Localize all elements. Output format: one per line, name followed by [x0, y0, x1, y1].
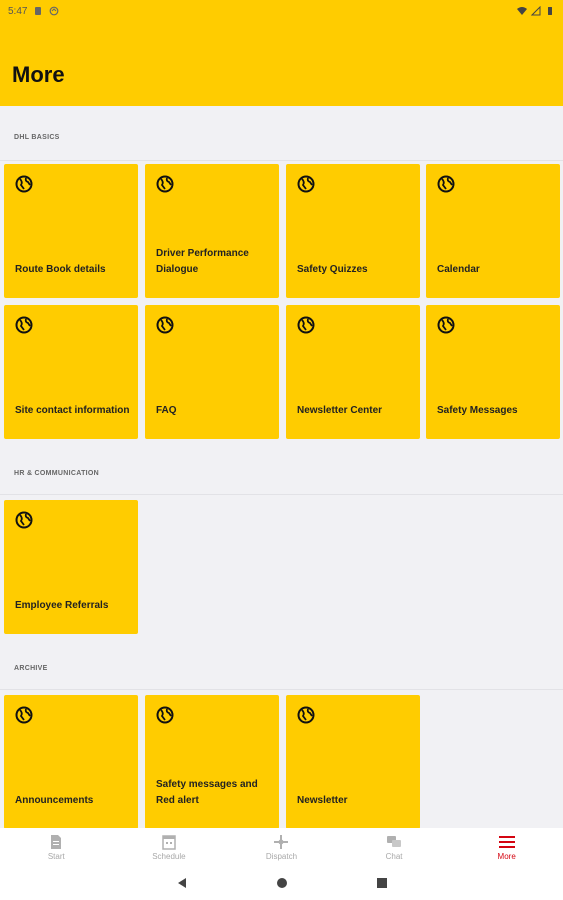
nav-more[interactable]: More — [450, 828, 563, 866]
globe-icon — [156, 316, 174, 334]
tile-safety-messages-red-alert[interactable]: Safety messages and Red alert — [145, 695, 279, 829]
tile-safety-quizzes[interactable]: Safety Quizzes — [286, 164, 420, 298]
nav-label: More — [497, 851, 516, 861]
tile-employee-referrals[interactable]: Employee Referrals — [4, 500, 138, 634]
status-bar: 5:47 — [0, 0, 563, 22]
tile-label: Announcements — [15, 795, 94, 806]
tile-label: Newsletter — [297, 795, 348, 806]
globe-icon — [15, 175, 33, 193]
wifi-icon — [517, 7, 527, 15]
tile-calendar[interactable]: Calendar — [426, 164, 560, 298]
globe-icon — [15, 511, 33, 529]
tile-label: Route Book details — [15, 264, 106, 275]
dispatch-icon — [274, 834, 289, 849]
nav-label: Dispatch — [265, 851, 298, 861]
battery-icon — [548, 7, 552, 15]
tile-label: Safety messages and Red alert — [156, 779, 258, 806]
tile-label: FAQ — [156, 405, 177, 416]
nav-dispatch[interactable]: Dispatch — [225, 828, 338, 866]
globe-icon — [297, 316, 315, 334]
system-nav-bar — [0, 866, 563, 900]
globe-icon — [156, 706, 174, 724]
back-button[interactable] — [132, 877, 232, 889]
signal-icon — [531, 6, 541, 16]
nav-label: Chat — [385, 851, 403, 861]
home-circle-icon — [276, 878, 287, 888]
tile-label: Safety Quizzes — [297, 264, 368, 275]
section-divider — [0, 494, 563, 495]
back-triangle-icon — [177, 878, 186, 888]
tile-label: Calendar — [437, 264, 480, 275]
sd-card-icon — [35, 7, 42, 15]
globe-icon — [297, 706, 315, 724]
chat-icon — [387, 835, 402, 847]
globe-icon — [437, 316, 455, 334]
page-title: More — [12, 62, 65, 87]
globe-icon — [15, 706, 33, 724]
tile-faq[interactable]: FAQ — [145, 305, 279, 439]
status-time: 5:47 — [8, 5, 28, 17]
nav-start[interactable]: Start — [0, 828, 113, 866]
globe-icon — [297, 175, 315, 193]
nav-label: Start — [47, 851, 65, 861]
home-button[interactable] — [232, 877, 332, 889]
globe-icon — [15, 316, 33, 334]
globe-icon — [156, 175, 174, 193]
tile-site-contact-information[interactable]: Site contact information — [4, 305, 138, 439]
menu-icon — [498, 835, 515, 848]
tile-announcements[interactable]: Announcements — [4, 695, 138, 829]
bottom-nav: Start Schedule Dispatch Chat More — [0, 828, 563, 866]
tile-label: Safety Messages — [437, 405, 518, 416]
sync-icon — [50, 6, 59, 16]
calendar-icon — [162, 834, 176, 850]
tile-safety-messages[interactable]: Safety Messages — [426, 305, 560, 439]
tile-newsletter[interactable]: Newsletter — [286, 695, 420, 829]
nav-schedule[interactable]: Schedule — [113, 828, 226, 866]
tile-driver-performance-dialogue[interactable]: Driver Performance Dialogue — [145, 164, 279, 298]
app-header: More — [0, 22, 563, 106]
section-divider — [0, 689, 563, 690]
section-label-dhl-basics: DHL BASICS — [14, 134, 60, 141]
recents-square-icon — [376, 878, 387, 888]
globe-icon — [437, 175, 455, 193]
tile-newsletter-center[interactable]: Newsletter Center — [286, 305, 420, 439]
section-label-hr-communication: HR & COMMUNICATION — [14, 470, 99, 477]
tile-label: Driver Performance Dialogue — [156, 248, 249, 275]
document-icon — [51, 834, 62, 849]
nav-label: Schedule — [152, 851, 186, 861]
tile-label: Site contact information — [15, 405, 130, 416]
tile-route-book-details[interactable]: Route Book details — [4, 164, 138, 298]
section-label-archive: ARCHIVE — [14, 665, 48, 672]
tile-label: Newsletter Center — [297, 405, 383, 416]
section-divider — [0, 160, 563, 161]
recents-button[interactable] — [332, 877, 432, 889]
tile-label: Employee Referrals — [15, 600, 109, 611]
nav-chat[interactable]: Chat — [338, 828, 451, 866]
